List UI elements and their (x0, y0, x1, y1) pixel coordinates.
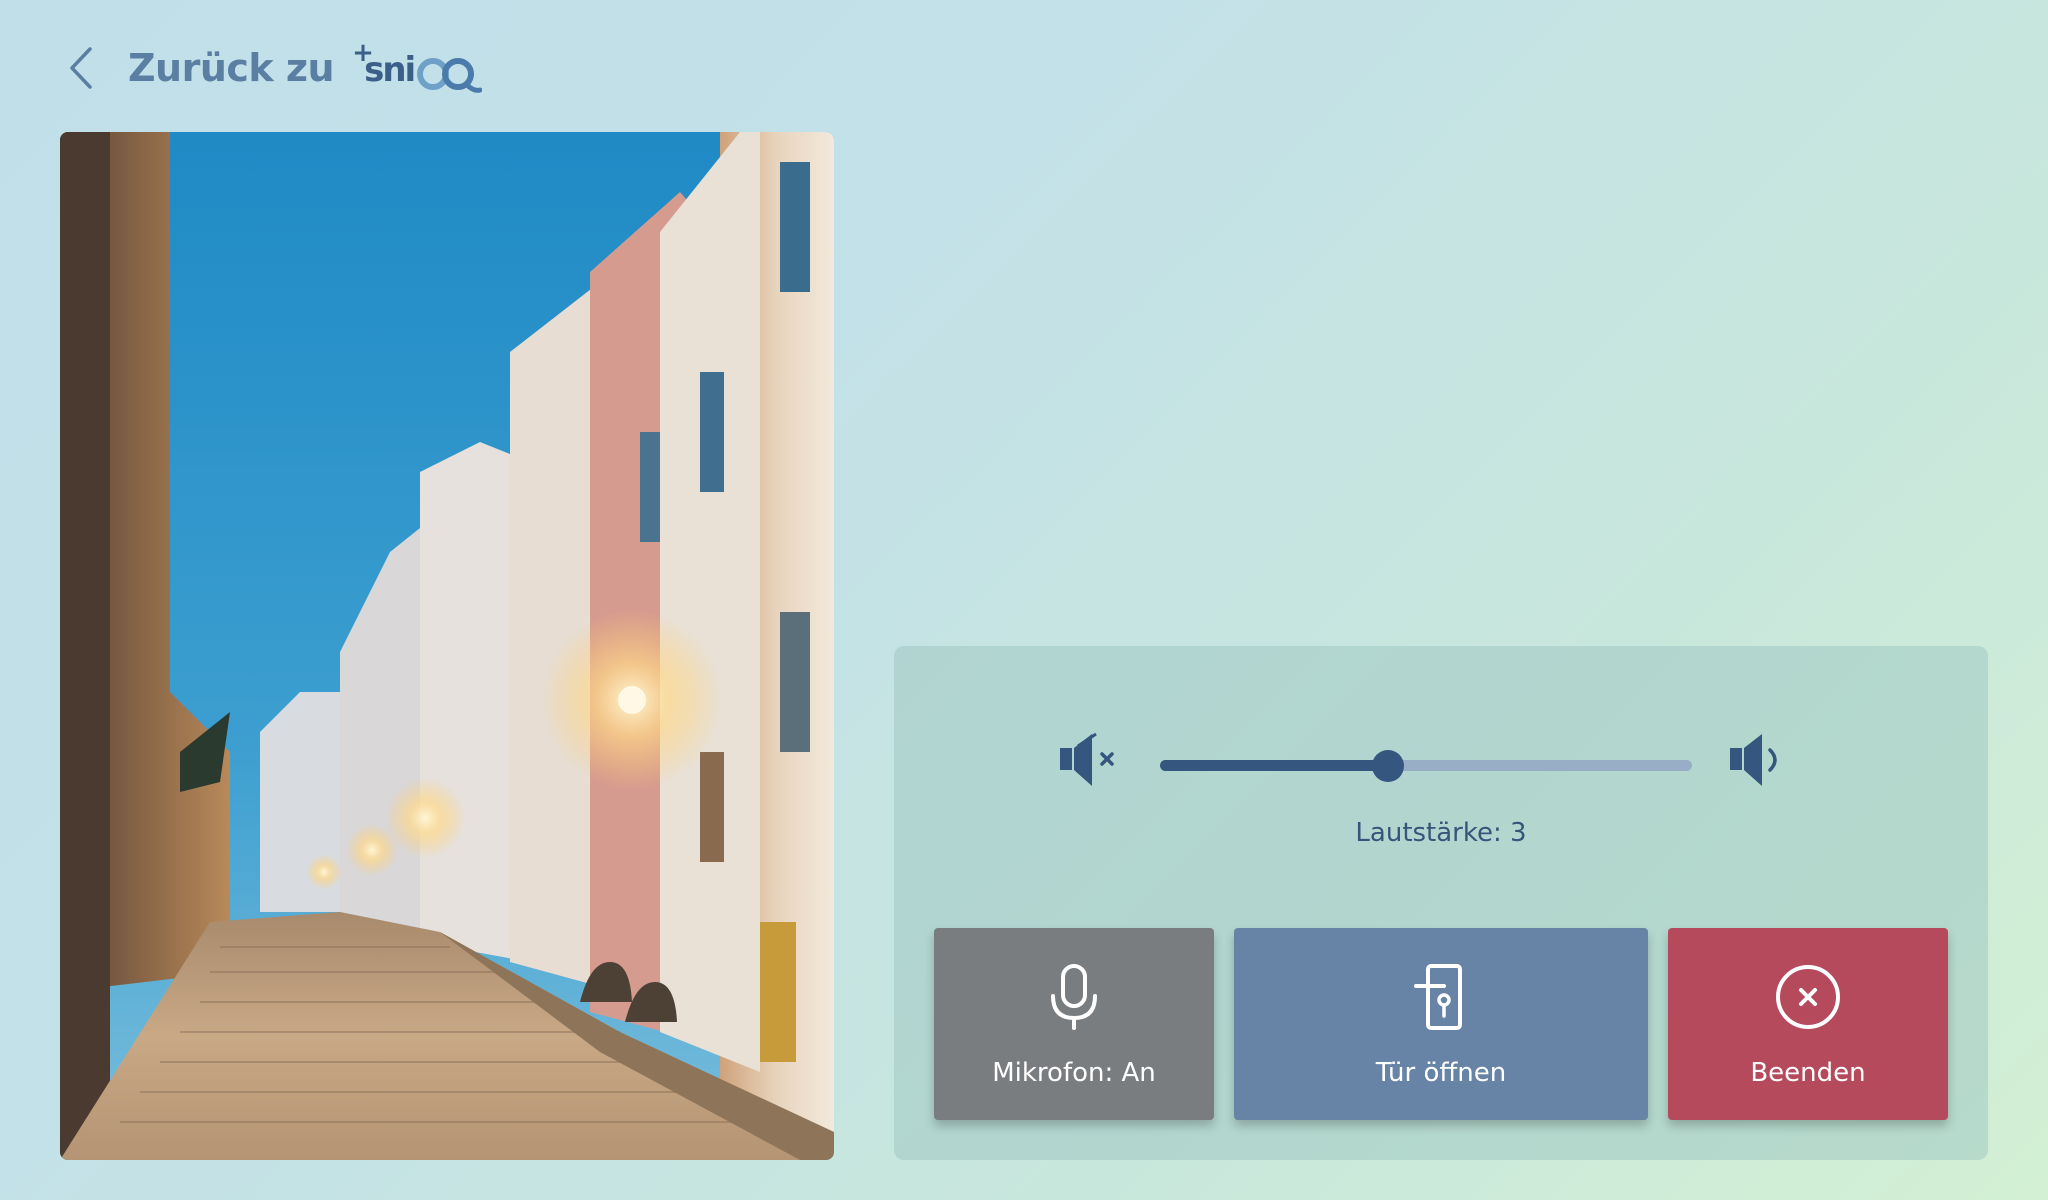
volume-slider[interactable] (1160, 750, 1692, 782)
door-open-icon (1414, 964, 1462, 1030)
end-call-button-label: Beenden (1750, 1058, 1866, 1088)
microphone-button[interactable]: Mikrofon: An (934, 928, 1214, 1120)
intercom-control-panel: Lautstärke: 3 Mikrofon: An Tür öffnen Be… (894, 646, 1988, 1160)
logo-qq-mark (417, 58, 483, 93)
volume-slider-thumb[interactable] (1372, 750, 1404, 782)
volume-label: Lautstärke: 3 (1355, 818, 1527, 848)
back-link[interactable]: Zurück zu + sni (66, 38, 483, 96)
camera-feed-image (60, 132, 834, 1160)
microphone-icon (1051, 964, 1097, 1030)
microphone-button-label: Mikrofon: An (992, 1058, 1156, 1088)
end-call-button[interactable]: Beenden (1668, 928, 1948, 1120)
speaker-loud-icon[interactable] (1726, 730, 1790, 790)
back-label[interactable]: Zurück zu (128, 46, 335, 90)
speaker-mute-icon[interactable] (1056, 730, 1120, 790)
logo-text: sni (364, 50, 416, 90)
close-circle-icon (1776, 965, 1840, 1029)
sniqq-logo[interactable]: + sni (350, 38, 483, 96)
open-door-button-label: Tür öffnen (1375, 1058, 1507, 1088)
chevron-left-icon[interactable] (66, 43, 98, 93)
open-door-button[interactable]: Tür öffnen (1234, 928, 1648, 1120)
volume-slider-fill (1160, 760, 1388, 771)
